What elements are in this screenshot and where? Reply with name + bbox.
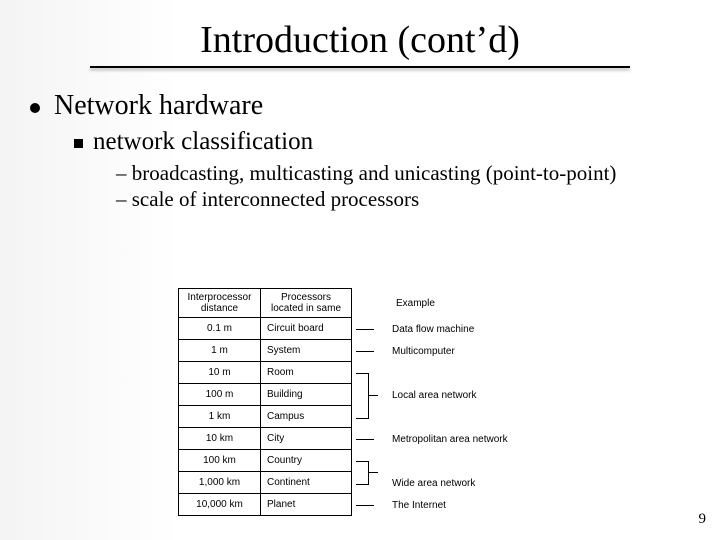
cell-distance: 100 km [178, 450, 260, 472]
slide-title: Introduction (cont’d) [0, 0, 720, 62]
cell-example: Multicomputer [388, 340, 578, 362]
cell-example: Wide area network [388, 472, 578, 494]
bullet-level1: Network hardware [30, 90, 690, 122]
cell-example: Local area network [388, 384, 578, 406]
cell-connector [352, 450, 388, 472]
lvl2-text: network classification [93, 128, 313, 156]
table-row: 10 km City Metropolitan area network [178, 428, 578, 450]
cell-distance: 10 m [178, 362, 260, 384]
cell-location: Planet [260, 494, 352, 516]
cell-connector [352, 340, 388, 362]
table-row: 10 m Room [178, 362, 578, 384]
header-distance: Interprocessor distance [178, 288, 260, 318]
table-row: 1 m System Multicomputer [178, 340, 578, 362]
cell-location: Circuit board [260, 318, 352, 340]
cell-distance: 10 km [178, 428, 260, 450]
cell-example [388, 406, 578, 428]
table-header-row: Interprocessor distance Processors locat… [178, 288, 578, 318]
header-location: Processors located in same [260, 288, 352, 318]
scale-table: Interprocessor distance Processors locat… [178, 288, 578, 516]
bullet-level2: network classification [74, 128, 690, 156]
table-row: 100 m Building Local area network [178, 384, 578, 406]
cell-connector [352, 384, 388, 406]
table-row: 1,000 km Continent Wide area network [178, 472, 578, 494]
disc-bullet-icon [30, 103, 40, 113]
cell-example [388, 362, 578, 384]
cell-connector [352, 406, 388, 428]
cell-location: Building [260, 384, 352, 406]
table-row: 10,000 km Planet The Internet [178, 494, 578, 516]
square-bullet-icon [74, 139, 83, 148]
cell-location: Country [260, 450, 352, 472]
cell-distance: 1,000 km [178, 472, 260, 494]
cell-location: Continent [260, 472, 352, 494]
bullet-level3-b: – scale of interconnected processors [116, 186, 690, 212]
cell-distance: 10,000 km [178, 494, 260, 516]
header-spacer [352, 288, 392, 318]
cell-example: The Internet [388, 494, 578, 516]
header-example: Example [392, 288, 578, 318]
cell-example: Data flow machine [388, 318, 578, 340]
cell-location: Room [260, 362, 352, 384]
bullet-level3-a: – broadcasting, multicasting and unicast… [116, 160, 690, 186]
cell-connector [352, 318, 388, 340]
cell-distance: 100 m [178, 384, 260, 406]
cell-distance: 1 m [178, 340, 260, 362]
cell-location: City [260, 428, 352, 450]
table-row: 100 km Country [178, 450, 578, 472]
cell-distance: 1 km [178, 406, 260, 428]
cell-connector [352, 428, 388, 450]
cell-example [388, 450, 578, 472]
table-row: 0.1 m Circuit board Data flow machine [178, 318, 578, 340]
cell-connector [352, 472, 388, 494]
cell-location: Campus [260, 406, 352, 428]
cell-connector [352, 362, 388, 384]
cell-distance: 0.1 m [178, 318, 260, 340]
cell-location: System [260, 340, 352, 362]
cell-example: Metropolitan area network [388, 428, 578, 450]
page-number: 9 [699, 511, 707, 528]
table-row: 1 km Campus [178, 406, 578, 428]
content-area: Network hardware network classification … [0, 68, 720, 213]
lvl1-text: Network hardware [54, 90, 263, 122]
cell-connector [352, 494, 388, 516]
